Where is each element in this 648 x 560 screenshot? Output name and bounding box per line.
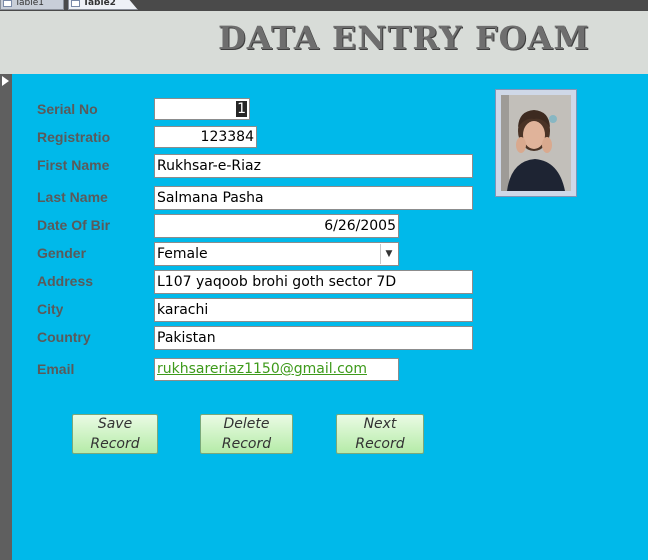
tab-table1[interactable]: Table1 — [0, 0, 64, 10]
tab-table2[interactable]: Table2 — [68, 0, 138, 10]
city-label: City — [37, 301, 64, 317]
address-label: Address — [37, 273, 94, 289]
serial-label: Serial No — [37, 101, 98, 117]
portrait-image — [501, 95, 571, 191]
form-body: Serial No 1 Registratio 123384 First Nam… — [12, 74, 648, 560]
record-selector[interactable] — [0, 74, 12, 560]
last-name-field[interactable]: Salmana Pasha — [154, 186, 473, 210]
chevron-down-icon[interactable]: ▼ — [380, 244, 397, 264]
city-field[interactable]: karachi — [154, 298, 473, 322]
tab-label: Table1 — [15, 0, 44, 8]
delete-record-button[interactable]: Delete Record — [200, 414, 293, 454]
registration-field[interactable]: 123384 — [154, 126, 257, 148]
country-label: Country — [37, 329, 91, 345]
registration-label: Registratio — [37, 129, 111, 145]
date-of-birth-label: Date Of Bir — [37, 217, 111, 233]
delete-label-line2: Record — [221, 436, 272, 452]
email-link[interactable]: rukhsareriaz1150@gmail.com — [157, 361, 367, 377]
last-name-label: Last Name — [37, 189, 108, 205]
serial-value: 1 — [236, 101, 247, 117]
gender-label: Gender — [37, 245, 87, 261]
first-name-label: First Name — [37, 157, 110, 173]
save-record-button[interactable]: Save Record — [72, 414, 158, 454]
document-tab-strip: Table1 Table2 — [0, 0, 648, 11]
tab-label: Table2 — [83, 0, 116, 8]
next-record-button[interactable]: Next Record — [336, 414, 424, 454]
page-title: DATA ENTRY FOAM — [218, 19, 590, 57]
profile-photo — [495, 89, 577, 197]
gender-select[interactable]: Female ▼ — [154, 242, 399, 266]
gender-value: Female — [157, 246, 208, 262]
serial-field[interactable]: 1 — [154, 98, 250, 120]
date-of-birth-field[interactable]: 6/26/2005 — [154, 214, 399, 238]
form-header: DATA ENTRY FOAM — [0, 11, 648, 74]
address-field[interactable]: L107 yaqoob brohi goth sector 7D — [154, 270, 473, 294]
first-name-field[interactable]: Rukhsar-e-Riaz — [154, 154, 473, 178]
photo-image — [501, 95, 571, 191]
table-icon — [3, 0, 12, 7]
country-field[interactable]: Pakistan — [154, 326, 473, 350]
table-icon — [71, 0, 80, 7]
delete-label-line1: Delete — [223, 416, 270, 432]
email-label: Email — [37, 361, 75, 377]
email-field[interactable]: rukhsareriaz1150@gmail.com — [154, 358, 399, 381]
record-pointer-icon — [2, 76, 9, 86]
